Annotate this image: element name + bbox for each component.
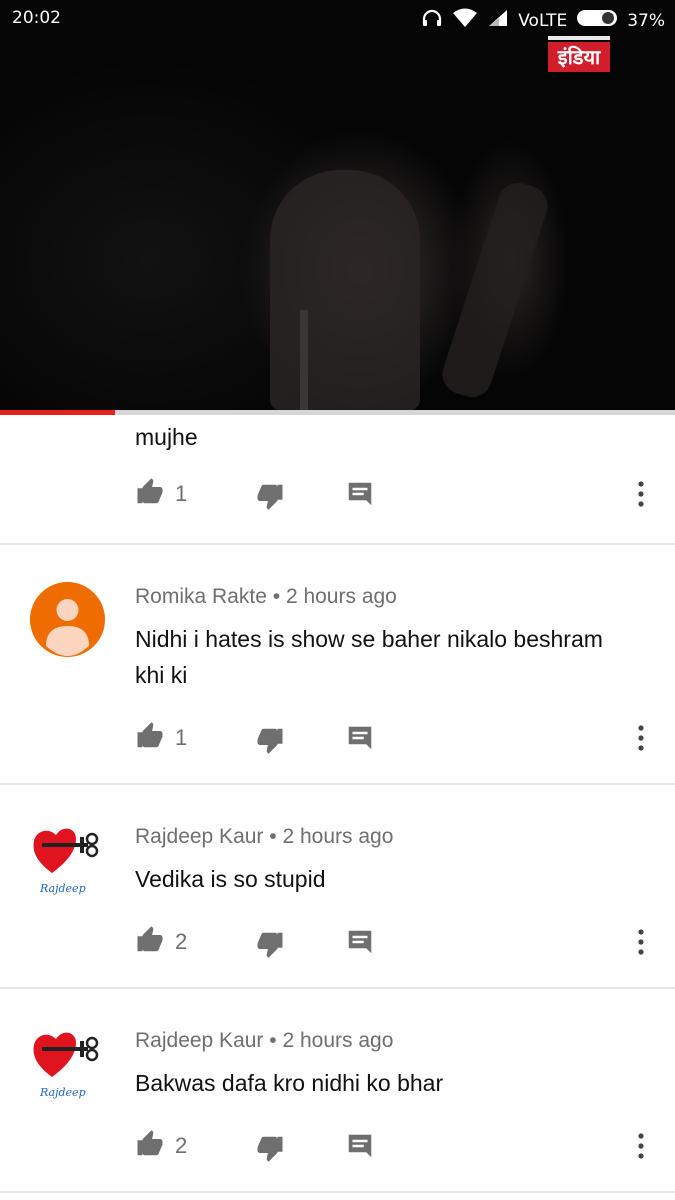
- comment-text: mujhe: [135, 424, 198, 450]
- comment-author[interactable]: Rajdeep Kaur: [135, 1029, 263, 1052]
- avatar[interactable]: Rajdeep: [30, 1023, 105, 1099]
- comment-time: 2 hours ago: [285, 585, 397, 608]
- avatar-signature: Rajdeep: [39, 882, 86, 895]
- comment-time: 2 hours ago: [282, 1029, 394, 1052]
- comment-item: Romika Rakte • 2 hours ago Nidhi i hates…: [0, 545, 675, 785]
- comment-actions: 1: [0, 477, 675, 517]
- thumbs-down-icon[interactable]: [255, 725, 285, 759]
- battery-percent: 37%: [627, 10, 665, 31]
- comment-item: Rajdeep Rajdeep Kaur • 2 hours ago Bakwa…: [0, 989, 675, 1193]
- like-count: 2: [175, 1133, 188, 1158]
- reply-icon[interactable]: [345, 723, 375, 757]
- video-frame-shadow: [437, 177, 553, 403]
- reply-icon[interactable]: [345, 479, 375, 513]
- thumbs-down-icon[interactable]: [255, 929, 285, 963]
- thumbs-down-icon[interactable]: [255, 1133, 285, 1167]
- avatar[interactable]: [30, 582, 105, 657]
- meta-separator: •: [269, 825, 277, 848]
- thumbs-up-icon[interactable]: [135, 477, 165, 511]
- comment-time: 2 hours ago: [282, 825, 394, 848]
- like-count: 1: [175, 725, 188, 750]
- battery-icon: [576, 8, 618, 33]
- more-options-icon[interactable]: [632, 1129, 650, 1167]
- comment-text: Nidhi i hates is show se baher nikalo be…: [135, 626, 603, 688]
- channel-logo-text: इंडिया: [548, 42, 610, 72]
- like-count: 2: [175, 929, 188, 954]
- comment-author[interactable]: Rajdeep Kaur: [135, 825, 263, 848]
- status-time: 20:02: [12, 8, 61, 28]
- meta-separator: •: [269, 1029, 277, 1052]
- video-frame-figure: [270, 170, 420, 410]
- thumbs-up-icon[interactable]: [135, 721, 165, 755]
- avatar[interactable]: Rajdeep: [30, 819, 105, 895]
- comment-text: Vedika is so stupid: [135, 866, 326, 892]
- more-options-icon[interactable]: [632, 721, 650, 759]
- reply-icon[interactable]: [345, 1131, 375, 1165]
- video-frame-post: [300, 310, 308, 410]
- like-count: 1: [175, 481, 188, 506]
- comment-actions: 2: [0, 1129, 675, 1169]
- comment-meta: Romika Rakte • 2 hours ago: [135, 585, 397, 609]
- comment-author[interactable]: Romika Rakte: [135, 585, 267, 608]
- reply-icon[interactable]: [345, 927, 375, 961]
- channel-logo: इंडिया: [548, 36, 610, 76]
- comment-item: Rajdeep Rajdeep Kaur • 2 hours ago Vedik…: [0, 785, 675, 989]
- comment-text: Bakwas dafa kro nidhi ko bhar: [135, 1070, 444, 1096]
- meta-separator: •: [272, 585, 281, 608]
- comment-meta: Rajdeep Kaur • 2 hours ago: [135, 1029, 393, 1053]
- video-player[interactable]: इंडिया: [0, 0, 675, 412]
- thumbs-down-icon[interactable]: [255, 481, 285, 515]
- comment-actions: 1: [0, 721, 675, 761]
- more-options-icon[interactable]: [632, 925, 650, 963]
- network-type: VoLTE: [518, 10, 568, 31]
- thumbs-up-icon[interactable]: [135, 1129, 165, 1163]
- signal-icon: [487, 8, 509, 33]
- comment-meta: Rajdeep Kaur • 2 hours ago: [135, 825, 393, 849]
- more-options-icon[interactable]: [632, 477, 650, 515]
- thumbs-up-icon[interactable]: [135, 925, 165, 959]
- status-bar: 20:02 VoLTE 37%: [0, 0, 675, 36]
- comment-partial: mujhe 1: [0, 415, 675, 545]
- headset-icon: [421, 8, 443, 33]
- wifi-icon: [452, 8, 478, 33]
- avatar-signature: Rajdeep: [39, 1086, 86, 1099]
- comment-actions: 2: [0, 925, 675, 965]
